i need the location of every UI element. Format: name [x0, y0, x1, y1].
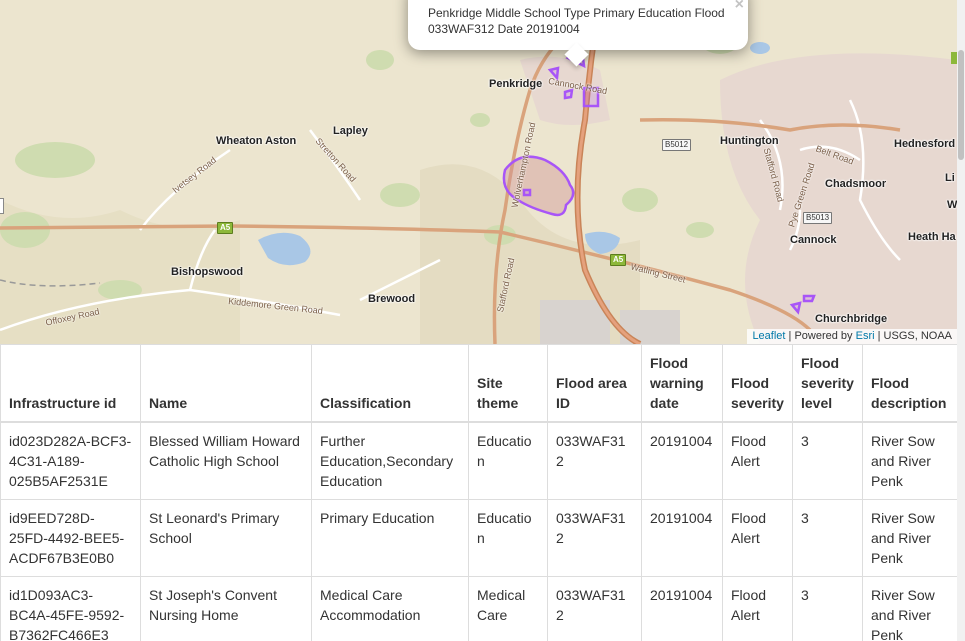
table-row[interactable]: id1D093AC3-BC4A-45FE-9592-B7362FC466E3 S… — [0, 576, 957, 641]
cell-flood-severity: Flood Alert — [722, 576, 793, 641]
place-heath-hayes: Heath Ha — [908, 231, 956, 243]
place-huntington: Huntington — [720, 135, 779, 147]
place-brewood: Brewood — [368, 293, 416, 305]
place-cannock: Cannock — [790, 234, 837, 246]
table-header-row: Infrastructure id Name Classification Si… — [0, 344, 957, 423]
cell-name: St Leonard's Primary School — [140, 499, 312, 577]
page-scrollbar[interactable] — [957, 0, 965, 641]
cell-flood-severity-level: 3 — [792, 499, 863, 577]
cell-infrastructure-id: id023D282A-BCF3-4C31-A189-025B5AF2531E — [0, 421, 141, 500]
shield-a5-west: A5 — [217, 222, 234, 234]
cell-flood-warning-date: 20191004 — [641, 499, 723, 577]
header-flood-description[interactable]: Flood description — [862, 344, 957, 423]
cell-flood-area-id: 033WAF312 — [547, 499, 642, 577]
place-bishopswood: Bishopswood — [171, 266, 244, 278]
leaflet-link[interactable]: Leaflet — [752, 330, 785, 342]
map-edge-marker — [0, 198, 4, 214]
cell-site-theme: Education — [468, 421, 548, 500]
header-classification[interactable]: Classification — [311, 344, 469, 423]
scrollbar-thumb[interactable] — [958, 50, 964, 160]
cell-infrastructure-id: id9EED728D-25FD-4492-BEE5-ACDF67B3E0B0 — [0, 499, 141, 577]
cell-infrastructure-id: id1D093AC3-BC4A-45FE-9592-B7362FC466E3 — [0, 576, 141, 641]
header-flood-warning-date[interactable]: Flood warning date — [641, 344, 723, 423]
cell-flood-description: River Sow and River Penk — [862, 499, 957, 577]
place-hednesford: Hednesford — [894, 138, 956, 150]
attribution-sources: | USGS, NOAA — [877, 330, 952, 342]
shield-a5-east: A5 — [610, 254, 627, 266]
cell-classification: Medical Care Accommodation — [311, 576, 469, 641]
map-view[interactable]: Penkridge Wheaton Aston Lapley Huntingto… — [0, 0, 957, 344]
place-churchbridge: Churchbridge — [815, 313, 888, 325]
place-wheaton-aston: Wheaton Aston — [216, 135, 297, 147]
place-penkridge: Penkridge — [489, 78, 543, 90]
header-flood-severity[interactable]: Flood severity — [722, 344, 793, 423]
cell-flood-warning-date: 20191004 — [641, 421, 723, 500]
place-w: W — [947, 199, 957, 211]
table-row[interactable]: id023D282A-BCF3-4C31-A189-025B5AF2531E B… — [0, 421, 957, 500]
infrastructure-table: Infrastructure id Name Classification Si… — [0, 344, 957, 641]
header-site-theme[interactable]: Site theme — [468, 344, 548, 423]
place-li: Li — [945, 172, 955, 184]
popup-close-button[interactable]: × — [735, 0, 744, 13]
results-table-container[interactable]: Infrastructure id Name Classification Si… — [0, 344, 957, 641]
shield-b5013: B5013 — [803, 212, 833, 224]
cell-flood-severity-level: 3 — [792, 576, 863, 641]
place-lapley: Lapley — [333, 125, 368, 137]
cell-flood-warning-date: 20191004 — [641, 576, 723, 641]
cell-name: St Joseph's Convent Nursing Home — [140, 576, 312, 641]
place-chadsmoor: Chadsmoor — [825, 178, 887, 190]
header-name[interactable]: Name — [140, 344, 312, 423]
cell-name: Blessed William Howard Catholic High Sch… — [140, 421, 312, 500]
esri-link[interactable]: Esri — [856, 330, 875, 342]
cell-flood-description: River Sow and River Penk — [862, 421, 957, 500]
cell-flood-severity: Flood Alert — [722, 499, 793, 577]
cell-flood-area-id: 033WAF312 — [547, 421, 642, 500]
cell-flood-severity: Flood Alert — [722, 421, 793, 500]
cell-site-theme: Medical Care — [468, 576, 548, 641]
header-infrastructure-id[interactable]: Infrastructure id — [0, 344, 141, 423]
map-popup: Penkridge Middle School Type Primary Edu… — [408, 0, 748, 67]
cell-site-theme: Education — [468, 499, 548, 577]
map-attribution: Leaflet | Powered by Esri | USGS, NOAA — [747, 329, 957, 344]
header-flood-severity-level[interactable]: Flood severity level — [792, 344, 863, 423]
shield-b5012: B5012 — [662, 139, 692, 151]
cell-flood-severity-level: 3 — [792, 421, 863, 500]
popup-content: Penkridge Middle School Type Primary Edu… — [428, 6, 725, 36]
cell-flood-area-id: 033WAF312 — [547, 576, 642, 641]
cell-classification: Primary Education — [311, 499, 469, 577]
table-row[interactable]: id9EED728D-25FD-4492-BEE5-ACDF67B3E0B0 S… — [0, 499, 957, 577]
cell-classification: Further Education,Secondary Education — [311, 421, 469, 500]
cell-flood-description: River Sow and River Penk — [862, 576, 957, 641]
header-flood-area-id[interactable]: Flood area ID — [547, 344, 642, 423]
attribution-powered: | Powered by — [788, 330, 853, 342]
